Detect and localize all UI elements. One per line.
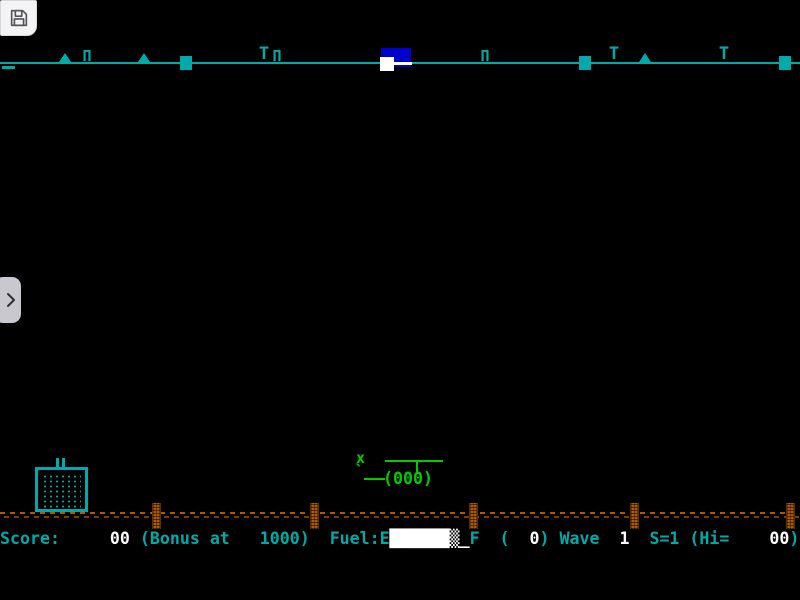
radar-square-icon: [779, 56, 791, 70]
radar-square-icon: [180, 56, 192, 70]
buggy-front: [364, 478, 385, 480]
game-screen: ΠTΠΠTT x ` (000) Score: 00 (Bonus at 100…: [0, 0, 800, 600]
ground-post: [310, 503, 319, 529]
status-segment: 1: [619, 529, 629, 548]
ground-post: [786, 503, 795, 529]
status-segment: ): [789, 529, 799, 548]
radar-pi-icon: Π: [480, 49, 489, 64]
floppy-disk-icon: [8, 7, 30, 29]
radar-tee-icon: T: [609, 46, 619, 63]
chevron-right-icon: [6, 292, 16, 308]
radar-pi-icon: Π: [272, 49, 281, 64]
ground-post: [630, 503, 639, 529]
status-segment: F (: [470, 529, 530, 548]
radar-player-marker: [380, 57, 394, 71]
buggy-wheels: (000): [383, 471, 433, 488]
radar-tee-icon: T: [259, 46, 269, 63]
depot-tank: [35, 467, 88, 512]
status-segment: ) Wave: [540, 529, 620, 548]
ground-surface: [0, 511, 800, 519]
radar-pi-icon: Π: [82, 49, 91, 64]
status-segment: S=1 (Hi=: [629, 529, 769, 548]
sidebar-expand-button[interactable]: [0, 277, 21, 323]
buggy-exhaust-bottom: `: [354, 464, 364, 481]
buggy-body-top: [385, 460, 443, 462]
status-segment: ██████▒_: [390, 529, 470, 548]
status-bar: Score: 00 (Bonus at 1000) Fuel:E██████▒_…: [0, 529, 800, 548]
radar-player-trail: [393, 62, 412, 65]
ground-post: [152, 503, 161, 529]
radar-square-icon: [579, 56, 591, 70]
status-segment: (Bonus at 1000) Fuel:E: [130, 529, 390, 548]
ground-post: [469, 503, 478, 529]
depot-fill-pattern: [42, 474, 81, 508]
radar-triangle-icon: [639, 53, 651, 62]
status-segment: 0: [530, 529, 540, 548]
status-segment: 00: [769, 529, 789, 548]
radar-tee-icon: T: [719, 46, 729, 63]
radar-triangle-icon: [59, 53, 71, 62]
save-state-button[interactable]: [0, 0, 37, 36]
status-segment: Score:: [0, 529, 110, 548]
radar-triangle-icon: [138, 53, 150, 62]
radar-start-marker: [2, 66, 15, 69]
status-segment: 00: [110, 529, 130, 548]
